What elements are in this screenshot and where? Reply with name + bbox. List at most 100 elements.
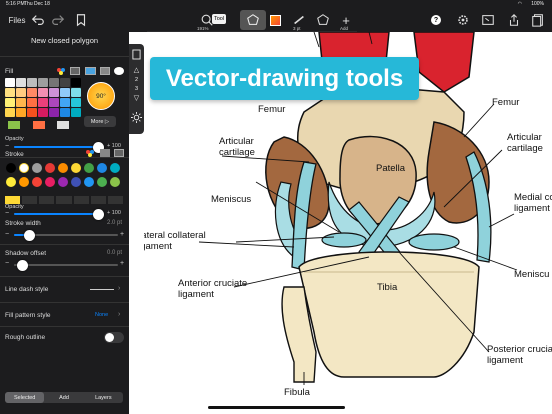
chevron-right-icon[interactable]: ›	[118, 311, 120, 318]
stroke-preset[interactable]	[90, 196, 106, 204]
fill-swatch[interactable]	[16, 98, 26, 107]
fill-swatch[interactable]	[71, 88, 81, 97]
fill-pattern-value[interactable]: None	[95, 312, 108, 318]
fill-color-button[interactable]	[268, 11, 282, 29]
stroke-swatch[interactable]	[58, 163, 68, 173]
fill-swatch[interactable]	[5, 78, 15, 87]
label-meniscus-right[interactable]: Meniscu	[514, 269, 549, 280]
stroke-swatch[interactable]	[45, 163, 55, 173]
stroke-preset[interactable]	[107, 196, 123, 204]
stroke-style-icon[interactable]	[114, 149, 124, 157]
stroke-swatch[interactable]	[71, 163, 81, 173]
rough-outline-toggle[interactable]	[104, 332, 124, 343]
fill-swatch[interactable]	[60, 98, 70, 107]
gradient-angle-dial[interactable]: 90°	[87, 82, 115, 110]
label-posterior-cruciate-ligament[interactable]: Posterior crucia ligament	[487, 344, 552, 366]
fill-swatch[interactable]	[60, 108, 70, 117]
undo-icon[interactable]	[30, 11, 46, 29]
fill-swatch[interactable]	[38, 78, 48, 87]
stroke-opacity-minus[interactable]: −	[5, 210, 9, 217]
fill-swatch[interactable]	[16, 78, 26, 87]
stroke-swatch[interactable]	[58, 177, 68, 187]
label-medial-collateral-ligament[interactable]: Medial co ligament	[514, 192, 552, 214]
stroke-swatch[interactable]	[110, 163, 120, 173]
stroke-preset[interactable]	[39, 196, 55, 204]
stroke-swatch[interactable]	[97, 177, 107, 187]
label-anterior-cruciate-ligament[interactable]: Anterior cruciate ligament	[178, 278, 247, 300]
fill-swatch[interactable]	[5, 98, 15, 107]
label-lateral-collateral-ligament[interactable]: Lateral collateral ligament	[144, 230, 206, 252]
line-dash-preview[interactable]	[90, 289, 114, 290]
layer-down-icon[interactable]: ▽	[129, 94, 144, 102]
fill-opacity-minus[interactable]: −	[5, 143, 9, 150]
fill-swatch[interactable]	[38, 108, 48, 117]
label-meniscus-left[interactable]: Meniscus	[211, 194, 251, 205]
fill-swatch[interactable]	[5, 108, 15, 117]
fill-swatch[interactable]	[49, 98, 59, 107]
stroke-opacity-slider-knob[interactable]	[93, 209, 104, 220]
stroke-swatch[interactable]	[6, 177, 16, 187]
document-icon[interactable]	[531, 11, 545, 29]
polygon-tool-icon[interactable]	[240, 10, 266, 30]
segment-selected[interactable]: Selected	[5, 392, 45, 403]
fill-none-icon[interactable]	[114, 67, 124, 75]
layer-up-icon[interactable]: △	[129, 66, 144, 74]
fill-swatch[interactable]	[49, 108, 59, 117]
stroke-preset[interactable]	[56, 196, 72, 204]
stroke-palette-icon[interactable]	[85, 149, 95, 157]
stroke-width-minus[interactable]: −	[5, 231, 9, 238]
fill-swatch[interactable]	[27, 98, 37, 107]
fill-swatch[interactable]	[16, 108, 26, 117]
settings-sun-icon[interactable]	[129, 110, 144, 124]
fill-swatch[interactable]	[71, 98, 81, 107]
stroke-swatch[interactable]	[84, 177, 94, 187]
fill-swatch[interactable]	[49, 78, 59, 87]
files-button[interactable]: Files	[6, 11, 28, 29]
label-patella[interactable]: Patella	[376, 163, 405, 174]
fill-swatch[interactable]	[38, 98, 48, 107]
stroke-swatch[interactable]	[19, 177, 29, 187]
export-icon[interactable]	[481, 11, 495, 29]
fill-swatch[interactable]	[27, 108, 37, 117]
redo-icon[interactable]	[50, 11, 66, 29]
stroke-swatch[interactable]	[32, 163, 42, 173]
recent-color-icon[interactable]	[33, 121, 45, 129]
fill-swatch[interactable]	[49, 88, 59, 97]
bookmark-icon[interactable]	[74, 11, 88, 29]
shadow-offset-slider-knob[interactable]	[17, 260, 28, 271]
settings-gear-icon[interactable]	[456, 11, 470, 29]
label-femur-right[interactable]: Femur	[492, 97, 519, 108]
stroke-preset[interactable]	[73, 196, 89, 204]
stroke-preset[interactable]	[5, 196, 21, 204]
eyedropper-icon[interactable]	[8, 121, 20, 129]
fill-gradient-icon[interactable]	[100, 67, 110, 75]
segment-add[interactable]: Add	[44, 392, 83, 403]
fill-swatch[interactable]	[38, 88, 48, 97]
label-fibula[interactable]: Fibula	[284, 387, 310, 398]
stroke-swatch[interactable]	[6, 163, 16, 173]
stroke-swatch[interactable]	[45, 177, 55, 187]
swatch-library-icon[interactable]	[57, 121, 69, 129]
fill-swatch[interactable]	[71, 78, 81, 87]
fill-image-icon[interactable]	[85, 67, 96, 75]
label-tibia[interactable]: Tibia	[377, 282, 397, 293]
stroke-swatch[interactable]	[110, 177, 120, 187]
stroke-swatch[interactable]	[84, 163, 94, 173]
help-icon[interactable]: ?	[430, 11, 442, 29]
shape-pentagon-icon[interactable]	[315, 11, 331, 29]
fill-swatch[interactable]	[5, 88, 15, 97]
stroke-swatch[interactable]	[97, 163, 107, 173]
label-articular-cartilage-right[interactable]: Articular cartilage	[507, 132, 543, 154]
segment-layers[interactable]: Layers	[84, 392, 123, 403]
stroke-swatch[interactable]	[71, 177, 81, 187]
shadow-offset-minus[interactable]: −	[5, 260, 9, 267]
stroke-preset[interactable]	[22, 196, 38, 204]
more-colors-button[interactable]: More ▷	[84, 116, 116, 127]
label-femur-left[interactable]: Femur	[258, 104, 285, 115]
fill-grid-icon[interactable]	[70, 67, 80, 75]
fill-swatch[interactable]	[27, 88, 37, 97]
page-icon[interactable]	[129, 48, 144, 60]
color-palette-icon[interactable]	[56, 67, 66, 75]
stroke-swatch[interactable]	[19, 163, 29, 173]
fill-swatch[interactable]	[60, 88, 70, 97]
